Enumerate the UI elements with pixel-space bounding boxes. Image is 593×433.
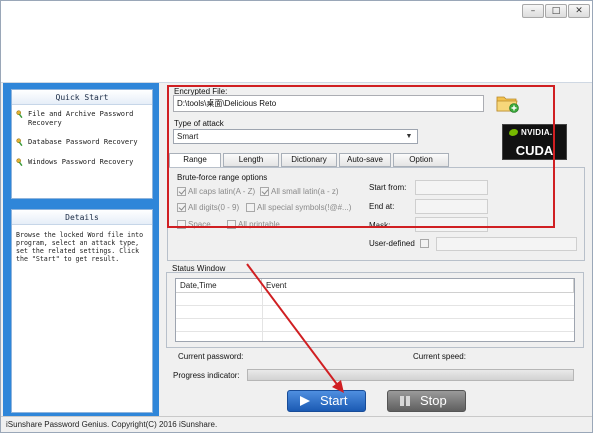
all-printable-label: All printable: [238, 220, 280, 229]
title-bar: – □ ✕: [1, 1, 592, 21]
start-from-label: Start from:: [369, 183, 407, 192]
quick-start-title: Quick Start: [12, 90, 152, 105]
nvidia-cuda-logo: NVIDIA. CUDA: [502, 124, 567, 160]
chevron-down-icon: ▼: [405, 133, 413, 140]
caps-latin-label: All caps latin(A - Z): [188, 187, 256, 196]
maximize-icon: □: [551, 6, 561, 16]
tab-dictionary[interactable]: Dictionary: [281, 153, 337, 167]
close-button[interactable]: ✕: [568, 4, 590, 18]
stop-button-label: Stop: [420, 393, 447, 408]
table-row: [176, 319, 574, 332]
current-password-label: Current password:: [178, 352, 244, 361]
encrypted-file-path-input[interactable]: D:\tools\桌面\Delicious Reto: [173, 95, 484, 112]
details-text: Browse the locked Word file into program…: [16, 231, 148, 263]
status-window: Date,Time Event: [166, 272, 584, 348]
caps-latin-checkbox[interactable]: [177, 187, 186, 196]
close-icon: ✕: [575, 6, 583, 16]
status-event-list[interactable]: Date,Time Event: [175, 278, 575, 342]
end-at-input[interactable]: [415, 199, 488, 214]
status-bar: iSunshare Password Genius. Copyright(C) …: [1, 416, 592, 432]
special-symbols-checkbox[interactable]: [246, 203, 255, 212]
quick-start-panel: Quick Start File and Archive Password Re…: [11, 89, 153, 199]
column-header-event[interactable]: Event: [262, 279, 574, 293]
small-latin-checkbox[interactable]: [260, 187, 269, 196]
start-button-label: Start: [320, 393, 348, 408]
space-label: Space: [188, 220, 211, 229]
column-header-datetime[interactable]: Date,Time: [176, 279, 262, 293]
user-defined-checkbox[interactable]: [420, 239, 429, 248]
key-icon: [16, 110, 23, 119]
tab-length[interactable]: Length: [223, 153, 279, 167]
table-row: [176, 306, 574, 319]
attack-type-label: Type of attack: [174, 119, 224, 128]
cuda-text: CUDA: [515, 143, 554, 158]
sidebar-item-label: File and Archive Password Recovery: [28, 110, 134, 127]
minimize-icon: –: [530, 6, 536, 16]
details-panel: Details Browse the locked Word file into…: [11, 209, 153, 413]
details-title: Details: [12, 210, 152, 225]
maximize-button[interactable]: □: [545, 4, 567, 18]
stop-icon: [400, 396, 410, 406]
tab-range[interactable]: Range: [169, 153, 221, 168]
column-divider: [262, 293, 263, 341]
play-icon: [300, 396, 310, 406]
sidebar-item-file-archive[interactable]: File and Archive Password Recovery: [16, 110, 150, 128]
current-speed-label: Current speed:: [413, 352, 466, 361]
open-folder-icon[interactable]: [496, 92, 520, 114]
digits-label: All digits(0 - 9): [188, 203, 240, 212]
progress-bar: [247, 369, 574, 381]
small-latin-label: All small latin(a - z): [271, 187, 339, 196]
progress-indicator-label: Progress indicator:: [173, 371, 240, 380]
sidebar-item-label: Windows Password Recovery: [28, 158, 134, 166]
all-printable-checkbox[interactable]: [227, 220, 236, 229]
brute-force-group-title: Brute-force range options: [177, 173, 268, 182]
key-icon: [16, 138, 23, 147]
user-defined-input[interactable]: [436, 237, 577, 251]
attack-type-value: Smart: [177, 132, 199, 141]
special-symbols-label: All special symbols(!@#...): [257, 203, 352, 212]
mask-input[interactable]: [415, 217, 488, 232]
start-button[interactable]: Start: [287, 390, 366, 412]
header-band: [1, 21, 592, 83]
user-defined-label: User-defined: [369, 239, 415, 248]
attack-type-select[interactable]: Smart ▼: [173, 129, 418, 144]
mask-label: Mask:: [369, 221, 391, 230]
nvidia-brand-text: NVIDIA.: [521, 128, 553, 137]
tab-option[interactable]: Option: [393, 153, 449, 167]
space-checkbox[interactable]: [177, 220, 186, 229]
start-from-input[interactable]: [415, 180, 488, 195]
sidebar-item-label: Database Password Recovery: [28, 138, 138, 146]
nvidia-eye-icon: [509, 129, 518, 136]
app-window: – □ ✕ Quick Start File and Archive Passw…: [0, 0, 593, 433]
stop-button[interactable]: Stop: [387, 390, 466, 412]
table-row: [176, 293, 574, 306]
key-icon: [16, 158, 23, 167]
sidebar-item-windows[interactable]: Windows Password Recovery: [16, 158, 150, 167]
minimize-button[interactable]: –: [522, 4, 544, 18]
digits-checkbox[interactable]: [177, 203, 186, 212]
sidebar: Quick Start File and Archive Password Re…: [3, 83, 159, 416]
tab-auto-save[interactable]: Auto-save: [339, 153, 391, 167]
end-at-label: End at:: [369, 202, 395, 211]
sidebar-item-database[interactable]: Database Password Recovery: [16, 138, 150, 147]
